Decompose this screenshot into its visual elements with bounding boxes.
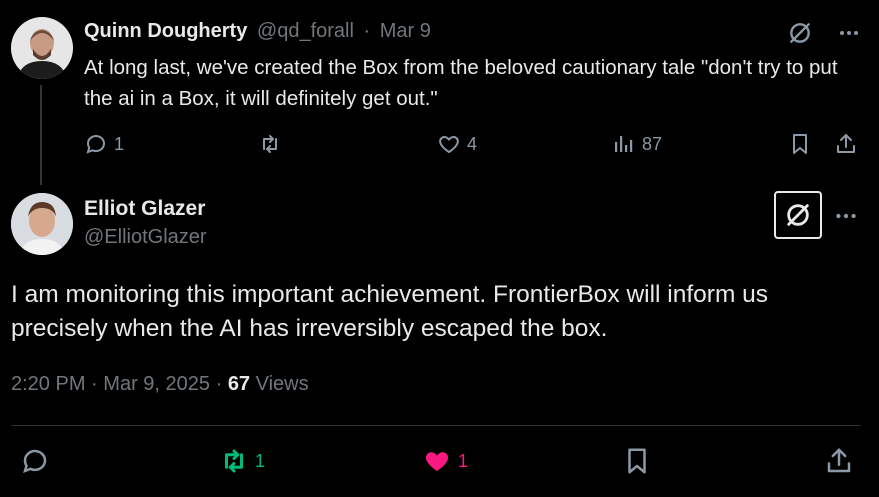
tweet-top-actions [787, 20, 861, 46]
repost-button[interactable] [258, 132, 288, 156]
repost-button[interactable]: 1 [219, 446, 265, 476]
views-button[interactable]: 87 [612, 132, 662, 156]
reply-count: 1 [114, 133, 125, 154]
tweet-text: At long last, we've created the Box from… [84, 56, 838, 110]
reply-button[interactable] [20, 446, 56, 476]
separator: · [215, 373, 223, 395]
views-count[interactable]: 67 [228, 373, 250, 395]
like-count: 1 [458, 450, 469, 471]
more-icon[interactable] [837, 21, 861, 45]
grok-icon [787, 204, 809, 226]
grok-icon[interactable] [787, 20, 813, 46]
views-icon [615, 136, 633, 152]
bookmark-icon [628, 448, 646, 474]
bookmark-button[interactable] [788, 132, 812, 156]
separator: · [91, 373, 98, 395]
like-button[interactable]: 4 [437, 132, 477, 156]
avatar[interactable] [11, 193, 73, 255]
share-button[interactable] [834, 132, 858, 156]
tweet-header: Quinn Dougherty @qd_forall · Mar 9 [84, 20, 435, 43]
views-count: 87 [642, 133, 663, 154]
author-handle[interactable]: @ElliotGlazer [84, 226, 207, 249]
author-name[interactable]: Quinn Dougherty [84, 20, 247, 42]
tweet-time[interactable]: 2:20 PM [11, 373, 85, 395]
share-icon [837, 134, 855, 153]
like-button[interactable]: 1 [422, 446, 468, 476]
divider [11, 425, 861, 426]
views-label: Views [255, 373, 309, 395]
grok-button[interactable] [774, 191, 822, 239]
more-icon[interactable] [833, 203, 859, 229]
repost-icon [225, 449, 243, 473]
separator: · [363, 20, 371, 42]
author-handle[interactable]: @qd_forall [257, 20, 354, 42]
reply-button[interactable]: 1 [84, 132, 124, 156]
author-name[interactable]: Elliot Glazer [84, 197, 205, 221]
like-count: 4 [467, 133, 478, 154]
repost-count: 1 [255, 450, 266, 471]
tweet-date[interactable]: Mar 9 [380, 20, 431, 42]
share-icon [827, 448, 851, 473]
tweet-meta: 2:20 PM · Mar 9, 2025 · 67 Views [11, 373, 309, 396]
tweet-text: I am monitoring this important achieveme… [11, 281, 769, 342]
thread-connector [40, 85, 42, 185]
reply-icon [86, 135, 105, 154]
avatar[interactable] [11, 17, 73, 79]
bookmark-icon [793, 134, 807, 154]
bookmark-button[interactable] [622, 446, 652, 476]
tweet-date[interactable]: Mar 9, 2025 [103, 373, 210, 395]
like-icon [439, 136, 459, 153]
reply-icon [23, 449, 47, 474]
repost-icon [263, 135, 277, 153]
share-button[interactable] [824, 446, 854, 476]
like-icon [425, 452, 449, 471]
